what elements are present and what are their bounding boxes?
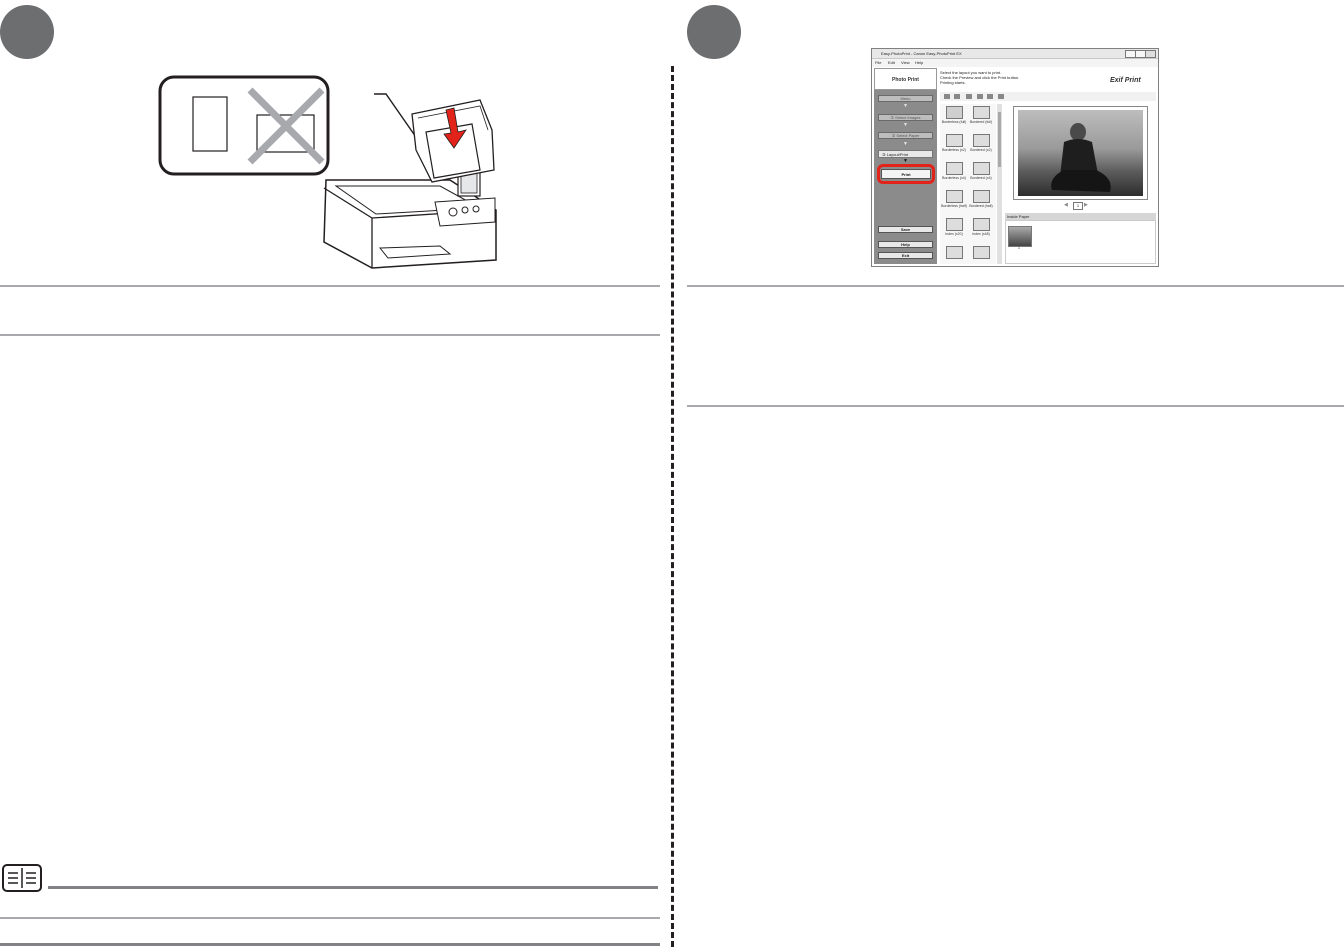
rule-right-2	[687, 405, 1344, 407]
rotate-left-icon[interactable]	[944, 94, 950, 99]
paper-orientation-illustration	[158, 75, 497, 269]
layout-option[interactable]	[941, 246, 967, 266]
layout-option[interactable]: Borderless (x4)	[941, 162, 967, 186]
window-title: Easy-PhotoPrint - Canon Easy-PhotoPrint …	[881, 51, 962, 56]
sidebar-heading: Photo Print	[874, 68, 937, 90]
page-number: 1	[1073, 202, 1083, 210]
select-images-button[interactable]: ① Select Images	[878, 114, 933, 121]
layout-label: Borderless (full)	[941, 120, 967, 124]
layout-option[interactable]: Index (x48)	[968, 218, 994, 242]
rule-left-2	[0, 334, 660, 336]
exit-button[interactable]: Exit	[878, 252, 933, 259]
arrow-down-icon: ▼	[903, 103, 908, 109]
layout-label: Bordered (x2)	[970, 148, 992, 152]
menu-button[interactable]: Menu	[878, 95, 933, 102]
page-navigator: ◀ 1 ▶	[1064, 202, 1088, 210]
layout-label: Bordered (half)	[969, 204, 993, 208]
layout-label: Bordered (full)	[969, 120, 993, 124]
close-button[interactable]	[1145, 50, 1156, 58]
scrollbar-thumb[interactable]	[998, 112, 1001, 167]
select-paper-button[interactable]: ② Select Paper	[878, 132, 933, 139]
menu-bar: File Edit View Help	[872, 59, 1158, 67]
instruction-line: Printing starts.	[940, 80, 966, 85]
edit-toolbar	[940, 92, 1156, 101]
menu-view[interactable]: View	[901, 60, 910, 65]
layout-label: Borderless (x2)	[942, 148, 966, 152]
inside-paper-panel: 1	[1005, 220, 1156, 264]
layout-option[interactable]: Bordered (x2)	[968, 134, 994, 158]
layout-print-step[interactable]: ③ Layout/Print	[878, 150, 933, 158]
layout-option[interactable]: Index (x20)	[941, 218, 967, 242]
frame-icon[interactable]	[977, 94, 983, 99]
layout-option[interactable]: Borderless (half)	[941, 190, 967, 214]
layout-option[interactable]: Borderless (full)	[941, 106, 967, 130]
step-number-circle-left	[0, 5, 54, 59]
menu-file[interactable]: File	[875, 60, 881, 65]
easy-photoprint-window: Easy-PhotoPrint - Canon Easy-PhotoPrint …	[871, 48, 1159, 267]
layout-option[interactable]	[968, 246, 994, 266]
photo-preview	[1018, 110, 1143, 196]
rule-left-1	[0, 285, 660, 287]
menu-help[interactable]: Help	[915, 60, 923, 65]
child-photo-image	[1051, 123, 1111, 192]
print-settings-icon[interactable]	[998, 94, 1004, 99]
print-button-highlight	[877, 164, 935, 184]
image-thumbnail[interactable]	[1008, 226, 1032, 247]
inside-paper-header: Inside Paper	[1005, 213, 1156, 220]
rule-right-1	[687, 285, 1344, 287]
crop-icon[interactable]	[966, 94, 972, 99]
rule-left-4	[0, 943, 660, 946]
layout-label: Index (x48)	[972, 232, 990, 236]
layout-option[interactable]: Bordered (x4)	[968, 162, 994, 186]
rotate-right-icon[interactable]	[954, 94, 960, 99]
thumbnail-number: 1	[1018, 246, 1020, 250]
layout-label: Index (x20)	[945, 232, 963, 236]
next-page-icon[interactable]: ▶	[1084, 202, 1088, 208]
instructions: Select the layout you want to print. Che…	[940, 70, 1100, 85]
layout-label: Borderless (half)	[941, 204, 967, 208]
arrow-down-icon: ▼	[903, 141, 908, 147]
note-rule	[48, 886, 658, 889]
exif-print-logo: Exif Print	[1110, 77, 1141, 84]
arrow-down-icon: ▼	[903, 122, 908, 128]
rule-left-3	[0, 917, 660, 919]
layout-option[interactable]: Borderless (x2)	[941, 134, 967, 158]
layout-label: Bordered (x4)	[970, 176, 992, 180]
layout-scrollbar[interactable]	[997, 104, 1002, 264]
layout-option[interactable]: Bordered (full)	[968, 106, 994, 130]
column-divider	[671, 66, 674, 947]
preview-area	[1013, 106, 1148, 200]
correct-icon[interactable]	[987, 94, 993, 99]
menu-edit[interactable]: Edit	[888, 60, 895, 65]
previous-page-icon[interactable]: ◀	[1064, 202, 1068, 208]
layout-option[interactable]: Bordered (half)	[968, 190, 994, 214]
layout-list: Borderless (full) Bordered (full) Border…	[940, 104, 996, 264]
layout-label: Borderless (x4)	[942, 176, 966, 180]
save-button[interactable]: Save	[878, 226, 933, 233]
help-button[interactable]: Help	[878, 241, 933, 248]
book-note-icon	[2, 864, 42, 892]
guide-sidebar: Photo Print Menu ▼ ① Select Images ▼ ② S…	[874, 68, 937, 264]
window-titlebar: Easy-PhotoPrint - Canon Easy-PhotoPrint …	[872, 49, 1158, 59]
step-number-circle-right	[687, 5, 741, 59]
